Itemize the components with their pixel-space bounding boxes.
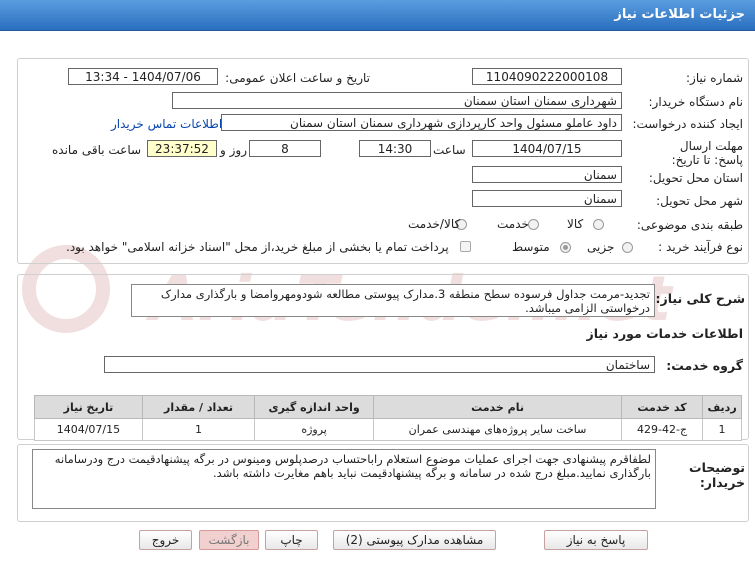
page-header: جزئیات اطلاعات نیاز <box>0 0 755 31</box>
col-row-number: ردیف <box>702 395 742 419</box>
col-unit: واحد اندازه گیری <box>254 395 375 419</box>
announce-datetime-label: تاریخ و ساعت اعلان عمومی: <box>225 71 370 85</box>
requester-field[interactable]: داود عاملو مسئول واحد کارپردازی شهرداری … <box>221 114 622 131</box>
table-row[interactable]: 1 ج-42-429 ساخت سایر پروژه‌های مهندسی عم… <box>34 418 742 441</box>
view-attachments-button[interactable]: مشاهده مدارک پیوستی (2) <box>333 530 496 550</box>
deadline-label: مهلت ارسال پاسخ: تا تاریخ: <box>671 139 743 167</box>
remaining-time-label: ساعت باقی مانده <box>52 143 142 157</box>
deadline-time-label: ساعت <box>433 143 466 157</box>
province-label: استان محل تحویل: <box>648 171 743 185</box>
city-field[interactable]: سمنان <box>472 190 622 207</box>
treasury-payment-note: پرداخت تمام یا بخشی از مبلغ خرید،از محل … <box>66 240 449 254</box>
buyer-notes-textarea[interactable]: لطفاقرم پیشنهادی جهت اجرای عملیات موضوع … <box>32 449 656 509</box>
reply-button[interactable]: پاسخ به نیاز <box>544 530 648 550</box>
treasury-payment-checkbox[interactable] <box>460 241 471 252</box>
remaining-time-field[interactable]: 23:37:52 <box>147 140 217 157</box>
category-service-label: خدمت <box>497 217 529 231</box>
process-medium-radio[interactable] <box>560 242 571 253</box>
cell-service-name: ساخت سایر پروژه‌های مهندسی عمران <box>373 418 622 441</box>
deadline-time-field[interactable]: 14:30 <box>359 140 431 157</box>
process-minor-label: جزیی <box>587 240 615 254</box>
buyer-contact-link[interactable]: اطلاعات تماس خریدار <box>111 117 222 131</box>
need-info-panel <box>17 58 749 264</box>
category-goods-label: کالا <box>567 217 584 231</box>
cell-service-code: ج-42-429 <box>620 418 704 441</box>
cell-unit: پروژه <box>254 418 375 441</box>
col-quantity: تعداد / مقدار <box>141 395 256 419</box>
process-minor-radio[interactable] <box>622 242 633 253</box>
col-service-code: کد خدمت <box>620 395 704 419</box>
service-group-label: گروه خدمت: <box>666 358 743 373</box>
col-service-name: نام خدمت <box>373 395 622 419</box>
remaining-days-field[interactable]: 8 <box>249 140 321 157</box>
back-button[interactable]: بازگشت <box>199 530 259 550</box>
col-need-date: تاریخ نیاز <box>34 395 143 419</box>
cell-row-number: 1 <box>702 418 742 441</box>
page-title: جزئیات اطلاعات نیاز <box>614 7 745 22</box>
buyer-notes-label: توضیحات خریدار: <box>689 460 745 490</box>
deadline-date-field[interactable]: 1404/07/15 <box>472 140 622 157</box>
buyer-org-field[interactable]: شهرداری سمنان استان سمنان <box>172 92 622 109</box>
days-label: روز و <box>220 143 247 157</box>
buyer-org-label: نام دستگاه خریدار: <box>648 95 744 109</box>
announce-datetime-field[interactable]: 1404/07/06 - 13:34 <box>68 68 218 85</box>
summary-label: شرح کلی نیاز: <box>655 291 745 306</box>
service-group-field[interactable]: ساختمان <box>104 356 655 373</box>
services-section-title: اطلاعات خدمات مورد نیاز <box>586 326 744 341</box>
summary-textarea[interactable]: تجدید-مرمت جداول فرسوده سطح منطقه 3.مدار… <box>131 284 655 317</box>
need-number-label: شماره نیاز: <box>686 71 743 85</box>
process-medium-label: متوسط <box>512 240 550 254</box>
services-table: ردیف کد خدمت نام خدمت واحد اندازه گیری ت… <box>34 395 742 441</box>
province-field[interactable]: سمنان <box>472 166 622 183</box>
requester-label: ایجاد کننده درخواست: <box>632 117 743 131</box>
category-label: طبقه بندی موضوعی: <box>636 218 743 232</box>
cell-quantity: 1 <box>141 418 256 441</box>
category-goods-service-label: کالا/خدمت <box>408 217 461 231</box>
category-goods-radio[interactable] <box>593 219 604 230</box>
exit-button[interactable]: خروج <box>139 530 192 550</box>
cell-need-date: 1404/07/15 <box>34 418 143 441</box>
print-button[interactable]: چاپ <box>265 530 318 550</box>
city-label: شهر محل تحویل: <box>656 194 743 208</box>
need-number-field[interactable]: 1104090222000108 <box>472 68 622 85</box>
process-label: نوع فرآیند خرید : <box>658 240 743 254</box>
category-service-radio[interactable] <box>528 219 539 230</box>
services-table-header: ردیف کد خدمت نام خدمت واحد اندازه گیری ت… <box>34 395 742 419</box>
